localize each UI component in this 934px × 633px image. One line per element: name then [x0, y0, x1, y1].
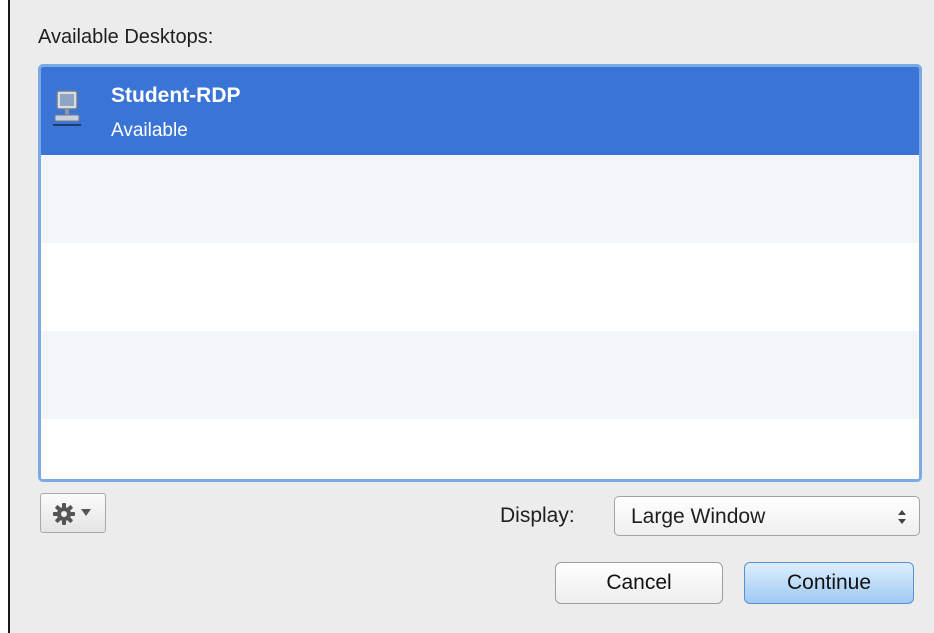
- desktop-chooser-dialog: Available Desktops: Student-RDP Availabl…: [8, 0, 934, 633]
- display-select[interactable]: Large Window: [614, 496, 920, 536]
- desktop-list[interactable]: Student-RDP Available: [38, 64, 922, 482]
- list-row-empty: [41, 331, 919, 419]
- list-item[interactable]: Student-RDP Available: [41, 67, 919, 155]
- chevron-down-icon: [81, 509, 91, 516]
- computer-icon: [53, 89, 81, 129]
- display-label: Display:: [500, 504, 575, 527]
- cancel-button[interactable]: Cancel: [555, 562, 723, 604]
- desktop-name: Student-RDP: [111, 84, 241, 107]
- continue-button[interactable]: Continue: [744, 562, 914, 604]
- desktop-status: Available: [111, 120, 188, 141]
- display-selected-value: Large Window: [631, 505, 766, 528]
- action-menu-button[interactable]: [40, 493, 106, 533]
- list-row-empty: [41, 419, 919, 479]
- list-row-empty: [41, 155, 919, 243]
- list-row-empty: [41, 243, 919, 331]
- gear-icon: [53, 503, 75, 525]
- up-down-arrows-icon: [897, 507, 907, 527]
- available-desktops-label: Available Desktops:: [38, 26, 214, 48]
